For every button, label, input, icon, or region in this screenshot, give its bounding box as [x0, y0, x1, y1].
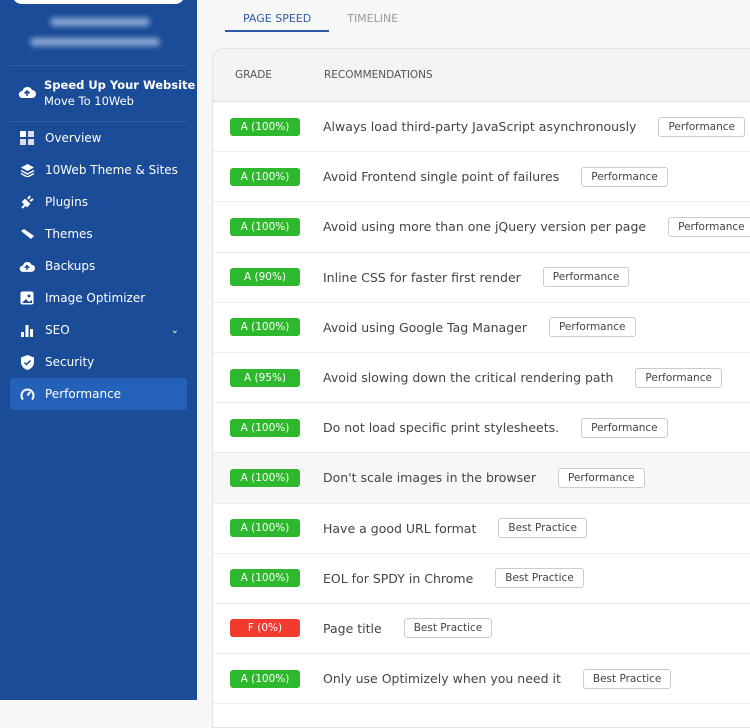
- sidebar-item-label: Plugins: [45, 195, 88, 209]
- category-tag: Best Practice: [403, 618, 493, 639]
- category-tag: Performance: [668, 216, 750, 237]
- grade-badge: A (100%): [230, 117, 300, 136]
- recommendation-text: Only use Optimizely when you need it: [323, 671, 561, 687]
- recommendation-text: Avoid Frontend single point of failures: [323, 169, 560, 185]
- table-row[interactable]: A (100%) Do not load specific print style…: [213, 403, 750, 454]
- table-row[interactable]: A (100%) Avoid using Google Tag Manager Pe…: [213, 303, 750, 353]
- recommendation-text: Inline CSS for faster first render: [323, 269, 521, 285]
- grade-header: GRADE: [235, 69, 272, 81]
- sidebar-item-performance[interactable]: Performance: [10, 378, 187, 410]
- category-tag: Performance: [658, 116, 745, 137]
- recommendation-text: Don't scale images in the browser: [323, 470, 536, 486]
- recommendation-text: Avoid using more than one jQuery version…: [323, 219, 647, 235]
- grade-badge: A (100%): [230, 167, 300, 186]
- promo-title: Speed Up Your Website: [44, 78, 196, 92]
- grid-icon: [18, 129, 36, 147]
- table-row[interactable]: F (0%) Page title Best Practice: [213, 604, 750, 655]
- bar-chart-icon: [18, 321, 36, 339]
- category-tag: Performance: [548, 317, 636, 338]
- grade-badge: A (100%): [230, 468, 300, 487]
- recommendations-table: GRADE RECOMMENDATIONS A (100%) Always loa…: [212, 48, 750, 728]
- sidebar-item-label: SEO: [45, 323, 70, 337]
- category-tag: Performance: [581, 166, 668, 187]
- table-row[interactable]: A (100%) Have a good URL format Best Pract…: [213, 504, 750, 554]
- category-tag: Best Practice: [495, 568, 584, 589]
- grade-badge: A (100%): [230, 217, 300, 236]
- table-row[interactable]: A (100%) Avoid Frontend single point of f…: [213, 152, 750, 203]
- sidebar-item-label: Overview: [45, 131, 102, 145]
- shield-icon: [18, 353, 36, 371]
- sidebar-item-10web-theme-sites[interactable]: 10Web Theme & Sites: [10, 154, 187, 186]
- category-tag: Performance: [542, 267, 630, 288]
- table-row[interactable]: A (100%) Avoid using more than one jQuery…: [213, 202, 750, 253]
- sidebar-item-image-optimizer[interactable]: Image Optimizer: [10, 282, 187, 314]
- sidebar-item-label: 10Web Theme & Sites: [45, 163, 178, 177]
- table-row[interactable]: A (100%) Only use Optimizely when you nee…: [213, 654, 750, 705]
- grade-badge: A (100%): [230, 418, 300, 437]
- category-tag: Performance: [557, 467, 645, 488]
- grade-badge: A (100%): [230, 519, 300, 538]
- table-header: GRADE RECOMMENDATIONS: [213, 49, 750, 102]
- recommendation-text: Have a good URL format: [323, 520, 477, 536]
- image-icon: [18, 289, 36, 307]
- sidebar-item-label: Backups: [45, 259, 96, 273]
- promo-link[interactable]: Speed Up Your Website Move To 10Web: [18, 78, 195, 108]
- sidebar-item-label: Themes: [45, 227, 93, 241]
- grade-badge: A (90%): [230, 268, 300, 287]
- table-row[interactable]: A (90%) Inline CSS for faster first rende…: [213, 253, 750, 303]
- table-row[interactable]: A (95%) Avoid slowing down the critical r…: [213, 353, 750, 404]
- sidebar-item-themes[interactable]: Themes: [10, 218, 187, 250]
- grade-badge: A (100%): [230, 669, 300, 688]
- sidebar-item-seo[interactable]: SEO ⌄: [10, 314, 187, 346]
- sidebar-item-overview[interactable]: Overview: [10, 122, 187, 154]
- site-name-blurred: [50, 18, 150, 26]
- site-url-blurred: [30, 38, 160, 46]
- category-tag: Best Practice: [498, 518, 587, 539]
- recommendation-text: EOL for SPDY in Chrome: [323, 570, 474, 586]
- recommendation-text: Always load third-party JavaScript async…: [323, 119, 637, 135]
- cloud-upload-icon: [18, 84, 36, 103]
- table-row[interactable]: A (100%) EOL for SPDY in Chrome Best Pract…: [213, 554, 750, 604]
- category-tag: Performance: [581, 417, 668, 438]
- sidebar-item-label: Performance: [45, 387, 122, 401]
- sidebar: Speed Up Your Website Move To 10Web Overv…: [0, 0, 197, 700]
- recommendations-header: RECOMMENDATIONS: [324, 69, 433, 81]
- divider: [10, 65, 187, 66]
- recommendation-text: Avoid using Google Tag Manager: [323, 319, 527, 335]
- category-tag: Performance: [635, 367, 722, 388]
- sidebar-item-label: Security: [45, 355, 95, 369]
- site-card[interactable]: [12, 0, 185, 4]
- sidebar-item-backups[interactable]: Backups: [10, 250, 187, 282]
- grade-badge: F (0%): [230, 619, 300, 638]
- recommendation-text: Do not load specific print stylesheets.: [323, 420, 560, 436]
- brush-icon: [18, 225, 36, 243]
- table-row[interactable]: A (100%) Don't scale images in the browse…: [213, 453, 750, 504]
- tab-timeline[interactable]: TIMELINE: [329, 0, 416, 32]
- speedometer-icon: [18, 385, 36, 403]
- grade-badge: A (100%): [230, 569, 300, 588]
- layers-icon: [18, 161, 36, 179]
- sidebar-item-label: Image Optimizer: [45, 291, 146, 305]
- table-row[interactable]: A (100%) Always load third-party JavaScri…: [213, 102, 750, 153]
- cloud-upload-icon: [18, 257, 36, 275]
- chevron-down-icon[interactable]: ⌄: [171, 325, 179, 336]
- sidebar-item-security[interactable]: Security: [10, 346, 187, 378]
- tabs: PAGE SPEED TIMELINE: [225, 0, 416, 32]
- tab-page-speed[interactable]: PAGE SPEED: [225, 0, 330, 32]
- promo-subtitle: Move To 10Web: [44, 94, 134, 108]
- grade-badge: A (95%): [230, 368, 300, 387]
- category-tag: Best Practice: [582, 668, 672, 689]
- sidebar-item-plugins[interactable]: Plugins: [10, 186, 187, 218]
- recommendation-text: Page title: [323, 620, 382, 636]
- grade-badge: A (100%): [230, 318, 300, 337]
- recommendation-text: Avoid slowing down the critical renderin…: [323, 370, 614, 386]
- plug-icon: [18, 193, 36, 211]
